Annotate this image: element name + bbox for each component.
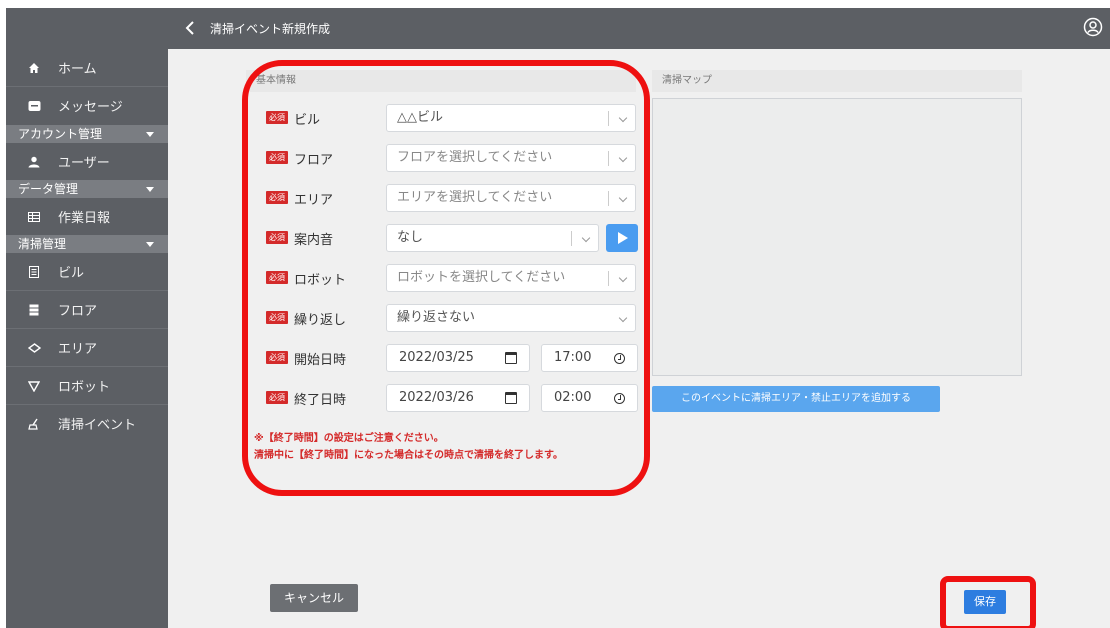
building-icon <box>26 264 42 280</box>
message-icon <box>26 98 42 114</box>
sidebar-item-cleaning-event[interactable]: 清掃イベント <box>6 405 168 442</box>
caret-down-icon <box>146 242 154 247</box>
sidebar-item-messages[interactable]: メッセージ <box>6 87 168 124</box>
add-cleaning-area-button[interactable]: このイベントに清掃エリア・禁止エリアを追加する <box>652 386 940 412</box>
caret-down-icon <box>146 132 154 137</box>
area-icon <box>26 340 42 356</box>
broom-icon <box>26 416 42 432</box>
user-icon <box>26 154 42 170</box>
highlight-save-outline <box>940 576 1036 628</box>
cleaning-map-canvas[interactable] <box>652 98 1022 376</box>
floor-icon <box>26 302 42 318</box>
highlight-form-outline <box>242 60 650 496</box>
sidebar-item-label: ビル <box>58 266 85 281</box>
robot-icon <box>26 378 42 394</box>
sidebar-section-account[interactable]: アカウント管理 <box>6 125 168 143</box>
sidebar-section-data[interactable]: データ管理 <box>6 180 168 198</box>
sidebar-item-users[interactable]: ユーザー <box>6 143 168 180</box>
table-icon <box>26 209 42 225</box>
sidebar-item-label: ロボット <box>58 380 111 395</box>
sidebar-item-label: エリア <box>58 342 98 357</box>
sidebar-item-label: 清掃イベント <box>58 418 137 433</box>
sidebar-item-label: フロア <box>58 304 98 319</box>
top-bar: 清掃イベント新規作成 <box>6 8 1110 49</box>
sidebar-item-area[interactable]: エリア <box>6 329 168 366</box>
sidebar-item-floor[interactable]: フロア <box>6 291 168 328</box>
sidebar-item-building[interactable]: ビル <box>6 253 168 290</box>
sidebar-item-label: ホーム <box>58 62 97 77</box>
sidebar: ホーム メッセージ アカウント管理 ユーザー データ管理 作業日報 清掃管理 ビ… <box>6 49 168 628</box>
section-label: アカウント管理 <box>18 127 103 141</box>
sidebar-item-label: 作業日報 <box>58 211 111 226</box>
home-icon <box>26 60 42 76</box>
back-chevron-icon[interactable] <box>182 19 200 37</box>
app-frame: 清掃イベント新規作成 ホーム メッセージ アカウント管理 ユーザー データ管理 … <box>6 8 1110 628</box>
cleaning-map-header: 清掃マップ <box>652 70 1022 92</box>
section-label: データ管理 <box>18 182 79 196</box>
page-title: 清掃イベント新規作成 <box>210 22 331 36</box>
sidebar-item-robot[interactable]: ロボット <box>6 367 168 404</box>
user-account-icon[interactable] <box>1083 17 1103 37</box>
caret-down-icon <box>146 187 154 192</box>
sidebar-item-label: ユーザー <box>58 156 110 171</box>
section-label: 清掃管理 <box>18 237 67 251</box>
sidebar-item-work-log[interactable]: 作業日報 <box>6 198 168 235</box>
sidebar-item-home[interactable]: ホーム <box>6 49 168 86</box>
sidebar-section-cleaning[interactable]: 清掃管理 <box>6 235 168 253</box>
cancel-button[interactable]: キャンセル <box>270 584 358 612</box>
sidebar-item-label: メッセージ <box>58 100 123 115</box>
